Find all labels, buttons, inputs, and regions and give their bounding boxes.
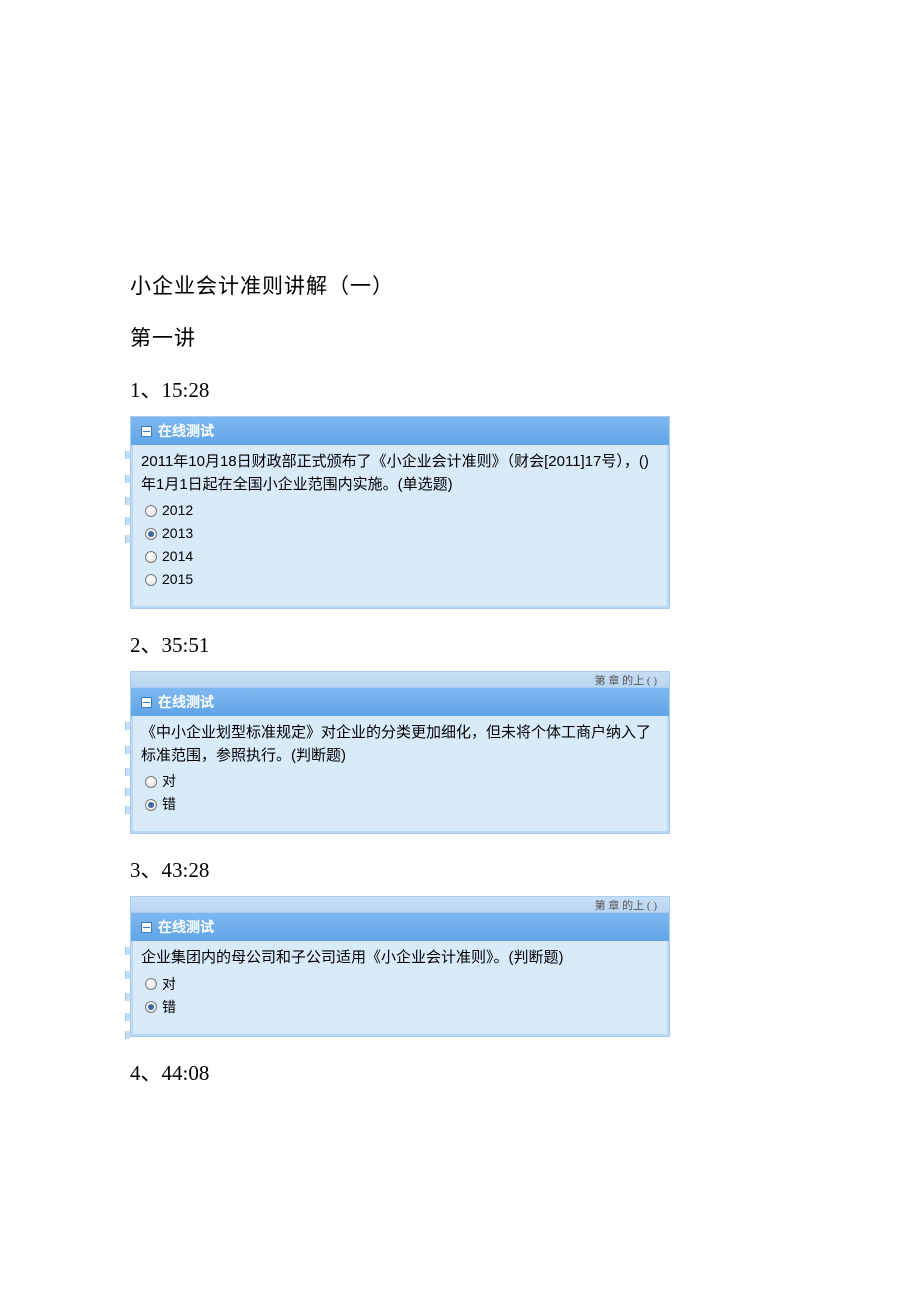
decor-tick [125, 768, 130, 776]
decor-tick [125, 993, 130, 1001]
radio-icon[interactable] [145, 574, 157, 586]
option-row[interactable]: 错 [141, 997, 659, 1018]
minimize-icon [141, 922, 152, 933]
item-label: 1、15:28 [130, 374, 790, 404]
option-row[interactable]: 2013 [141, 523, 659, 544]
partial-tab-strip: 第 章 的上 ( ) [130, 896, 670, 912]
option-row[interactable]: 错 [141, 794, 659, 815]
decor-tick [125, 788, 130, 796]
decor-tick [125, 475, 130, 483]
panel-header: 在线测试 [131, 688, 669, 716]
option-label: 错 [162, 997, 176, 1018]
option-row[interactable]: 2014 [141, 546, 659, 567]
question-text: 《中小企业划型标准规定》对企业的分类更加细化，但未将个体工商户纳入了标准范围，参… [141, 722, 659, 767]
minimize-icon [141, 697, 152, 708]
panel-header-title: 在线测试 [158, 692, 214, 712]
radio-icon[interactable] [145, 799, 157, 811]
decor-tick [125, 1031, 130, 1039]
page-subtitle: 第一讲 [130, 322, 790, 352]
decor-tick [125, 497, 130, 505]
decor-tick [125, 806, 130, 814]
option-label: 对 [162, 974, 176, 995]
decor-tick [125, 746, 130, 754]
panel-body: 《中小企业划型标准规定》对企业的分类更加细化，但未将个体工商户纳入了标准范围，参… [131, 716, 669, 833]
decor-tick [125, 947, 130, 955]
option-label: 2015 [162, 569, 193, 590]
item-label: 4、44:08 [130, 1057, 790, 1087]
radio-icon[interactable] [145, 505, 157, 517]
panel-header-title: 在线测试 [158, 917, 214, 937]
question-text: 2011年10月18日财政部正式颁布了《小企业会计准则》（财会[2011]17号… [141, 451, 659, 496]
panel-header: 在线测试 [131, 417, 669, 445]
quiz-panel: 在线测试《中小企业划型标准规定》对企业的分类更加细化，但未将个体工商户纳入了标准… [130, 687, 670, 834]
decor-tick [125, 722, 130, 730]
radio-icon[interactable] [145, 978, 157, 990]
minimize-icon [141, 426, 152, 437]
option-row[interactable]: 对 [141, 974, 659, 995]
decor-tick [125, 517, 130, 525]
option-label: 错 [162, 794, 176, 815]
decor-tick [125, 971, 130, 979]
decor-tick [125, 1013, 130, 1021]
radio-icon[interactable] [145, 528, 157, 540]
option-label: 2012 [162, 500, 193, 521]
question-text: 企业集团内的母公司和子公司适用《小企业会计准则》。(判断题) [141, 947, 659, 970]
option-label: 2014 [162, 546, 193, 567]
partial-tab-strip: 第 章 的上 ( ) [130, 671, 670, 687]
option-row[interactable]: 对 [141, 771, 659, 792]
page-title: 小企业会计准则讲解（一） [130, 270, 790, 300]
items-container: 1、15:28 在线测试 2011年10月18日财政部正式颁布了《小企业会计准则》（… [130, 374, 790, 1087]
option-row[interactable]: 2012 [141, 500, 659, 521]
decor-tick [125, 451, 130, 459]
radio-icon[interactable] [145, 551, 157, 563]
option-label: 2013 [162, 523, 193, 544]
option-label: 对 [162, 771, 176, 792]
panel-header: 在线测试 [131, 913, 669, 941]
item-label: 3、43:28 [130, 854, 790, 884]
option-row[interactable]: 2015 [141, 569, 659, 590]
radio-icon[interactable] [145, 776, 157, 788]
quiz-panel: 在线测试企业集团内的母公司和子公司适用《小企业会计准则》。(判断题) 对错 [130, 912, 670, 1037]
item-label: 2、35:51 [130, 629, 790, 659]
panel-body: 2011年10月18日财政部正式颁布了《小企业会计准则》（财会[2011]17号… [131, 445, 669, 608]
panel-body: 企业集团内的母公司和子公司适用《小企业会计准则》。(判断题) 对错 [131, 941, 669, 1036]
decor-tick [125, 535, 130, 543]
quiz-panel: 在线测试 2011年10月18日财政部正式颁布了《小企业会计准则》（财会[2011… [130, 416, 670, 609]
radio-icon[interactable] [145, 1001, 157, 1013]
panel-header-title: 在线测试 [158, 421, 214, 441]
